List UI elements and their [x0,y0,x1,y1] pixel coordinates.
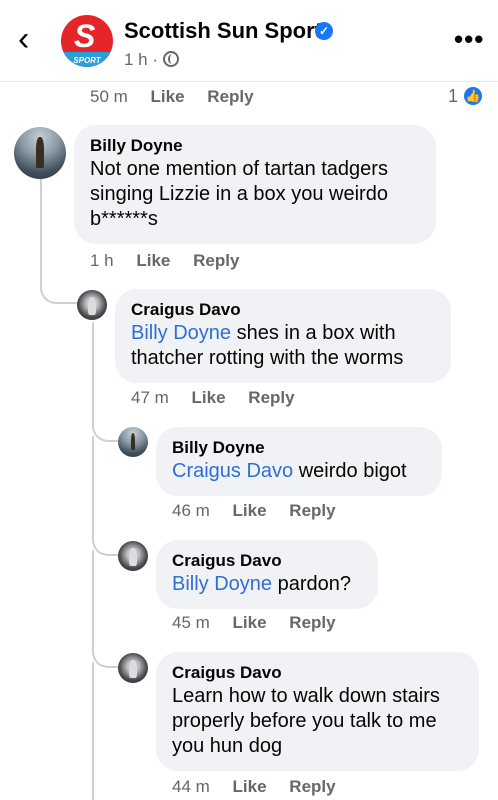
like-button[interactable]: Like [136,251,170,270]
comment-actions: 1 h Like Reply [90,251,257,271]
comment-actions: 45 m Like Reply [172,613,354,633]
reply-button[interactable]: Reply [207,87,253,106]
comment-time: 44 m [172,777,210,796]
comment-text: Billy Doyne pardon? [172,572,362,597]
comment-time: 1 h [90,251,114,270]
comment-author[interactable]: Craigus Davo [131,299,435,321]
verified-badge-icon: ✓ [315,22,333,40]
comment-bubble: Billy Doyne Not one mention of tartan ta… [74,125,436,244]
thread-line [92,662,94,800]
reply-button[interactable]: Reply [248,388,294,407]
reaction-count[interactable]: 1 [448,86,458,107]
post-timestamp[interactable]: 1 h · [124,50,158,70]
thread-line [92,436,120,556]
comment-bubble: Craigus Davo Learn how to walk down stai… [156,652,479,771]
reply-button[interactable]: Reply [289,613,335,632]
chevron-left-icon[interactable]: ‹ [18,22,46,56]
post-header: ‹ S SPORT Scottish Sun Sport ✓ 1 h · ••• [0,0,498,82]
like-button[interactable]: Like [233,777,267,796]
comment-body: weirdo bigot [293,460,407,482]
comment-time: 46 m [172,501,210,520]
like-icon[interactable]: 👍 [462,85,484,107]
comment-actions: 44 m Like Reply [172,777,354,797]
more-options-icon[interactable]: ••• [454,24,484,55]
comment-text: Not one mention of tartan tadgers singin… [90,158,388,230]
page-avatar[interactable]: S SPORT [61,15,113,67]
comment-text: Learn how to walk down stairs properly b… [172,685,440,757]
comment-time: 45 m [172,613,210,632]
avatar[interactable] [118,427,148,457]
globe-icon [163,51,179,67]
like-button[interactable]: Like [192,388,226,407]
avatar-logo-letter: S [74,18,96,54]
comment-author[interactable]: Billy Doyne [90,135,420,157]
mention-link[interactable]: Billy Doyne [172,573,272,595]
comment-bubble: Craigus Davo Billy Doyne pardon? [156,540,378,609]
comment-actions: 46 m Like Reply [172,501,354,521]
avatar[interactable] [14,127,66,179]
reply-button[interactable]: Reply [289,501,335,520]
reply-button[interactable]: Reply [289,777,335,796]
comment-author[interactable]: Craigus Davo [172,550,362,572]
like-button[interactable]: Like [151,87,185,106]
comment-actions: 47 m Like Reply [131,388,313,408]
parent-comment-actions: 50 m Like Reply [90,87,272,107]
like-button[interactable]: Like [233,501,267,520]
comment-author[interactable]: Billy Doyne [172,437,426,459]
comment-time: 50 m [90,87,128,106]
avatar-caption: SPORT [73,56,101,65]
reply-button[interactable]: Reply [193,251,239,270]
comment-bubble: Billy Doyne Craigus Davo weirdo bigot [156,427,442,496]
mention-link[interactable]: Craigus Davo [172,460,293,482]
page-name[interactable]: Scottish Sun Sport [124,18,322,44]
avatar[interactable] [77,290,107,320]
comment-text: Billy Doyne shes in a box with thatcher … [131,321,435,371]
mention-link[interactable]: Billy Doyne [131,322,231,344]
thread-line [92,550,120,668]
avatar[interactable] [118,653,148,683]
comment-body: pardon? [272,573,352,595]
like-button[interactable]: Like [233,613,267,632]
comment-text: Craigus Davo weirdo bigot [172,459,426,484]
comment-author[interactable]: Craigus Davo [172,662,463,684]
comment-time: 47 m [131,388,169,407]
comment-bubble: Craigus Davo Billy Doyne shes in a box w… [115,289,451,383]
avatar[interactable] [118,541,148,571]
